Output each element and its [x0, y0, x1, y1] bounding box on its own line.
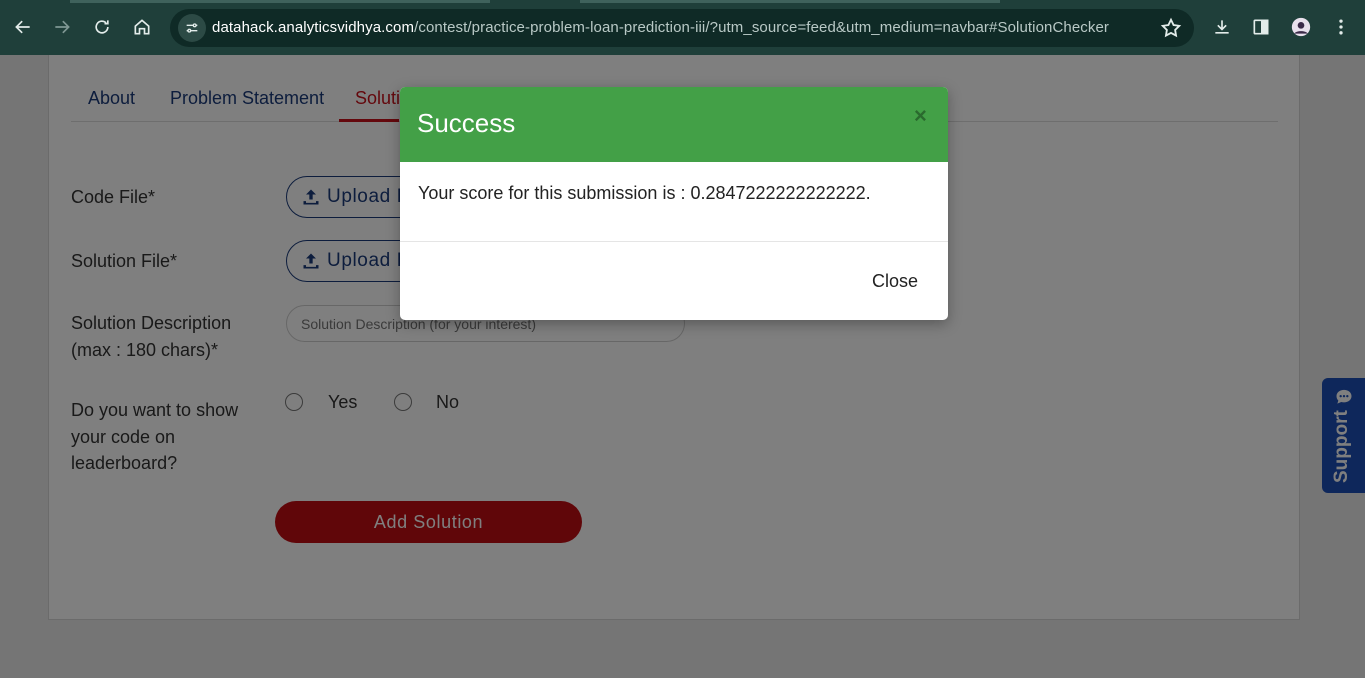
modal-body: Your score for this submission is : 0.28… [400, 162, 948, 242]
profile-avatar[interactable] [1285, 11, 1317, 43]
reload-icon[interactable] [86, 11, 118, 43]
download-icon[interactable] [1206, 11, 1238, 43]
score-message: Your score for this submission is : 0.28… [418, 183, 871, 203]
home-icon[interactable] [126, 11, 158, 43]
site-info-icon[interactable] [178, 14, 206, 42]
tab-strip-edge [70, 0, 490, 3]
side-panel-icon[interactable] [1245, 11, 1277, 43]
url-path: /contest/practice-problem-loan-predictio… [414, 19, 1110, 36]
close-button[interactable]: Close [872, 271, 918, 292]
browser-toolbar: datahack.analyticsvidhya.com/contest/pra… [0, 0, 1365, 55]
address-bar[interactable]: datahack.analyticsvidhya.com/contest/pra… [170, 9, 1194, 47]
more-menu-icon[interactable] [1325, 11, 1357, 43]
modal-title: Success [417, 108, 516, 138]
forward-icon[interactable] [46, 11, 78, 43]
close-icon[interactable]: × [914, 105, 927, 127]
url-host: datahack.analyticsvidhya.com [212, 19, 415, 36]
back-icon[interactable] [7, 11, 39, 43]
tab-strip-edge [580, 0, 1000, 3]
modal-header: Success × [400, 87, 948, 162]
success-modal: Success × Your score for this submission… [400, 87, 948, 320]
url-text[interactable]: datahack.analyticsvidhya.com/contest/pra… [212, 19, 1109, 36]
bookmark-star-icon[interactable] [1160, 17, 1182, 39]
